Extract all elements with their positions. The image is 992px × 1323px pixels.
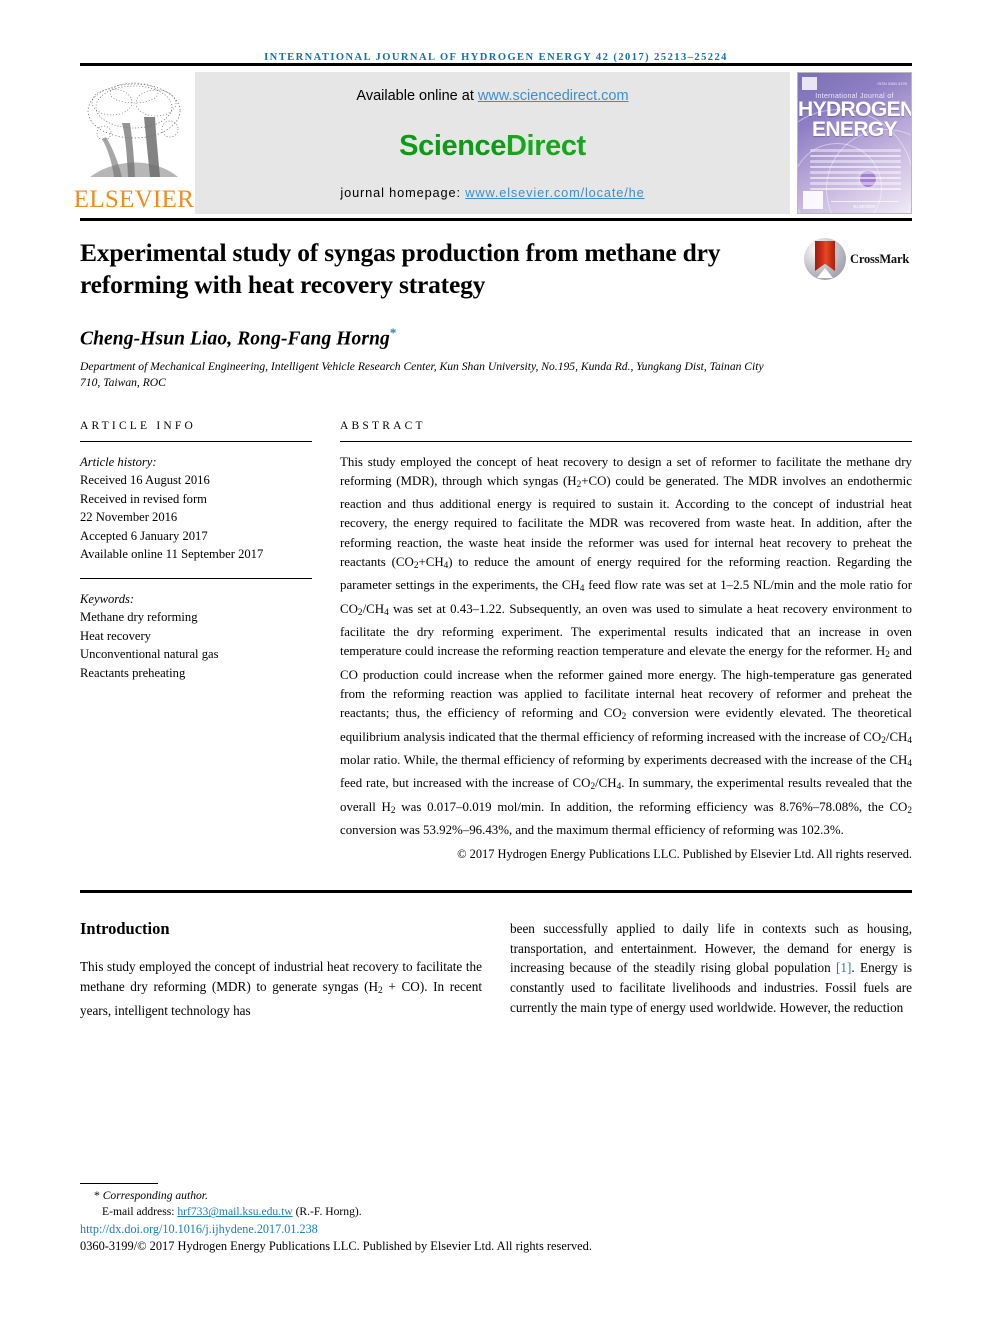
crossmark-label: CrossMark: [850, 251, 910, 266]
cover-issn: ISSN 0360-3199: [877, 80, 907, 86]
keyword-item: Heat recovery: [80, 628, 151, 643]
body-column-right: been successfully applied to daily life …: [510, 919, 912, 1021]
sciencedirect-banner: Available online at www.sciencedirect.co…: [195, 72, 790, 214]
crossmark-icon: [804, 238, 846, 280]
page-title: Experimental study of syngas production …: [80, 238, 721, 299]
abstract-label: ABSTRACT: [340, 419, 426, 432]
journal-homepage-prefix: journal homepage:: [340, 185, 466, 200]
cover-publisher: ELSEVIER: [823, 201, 906, 209]
journal-cover-thumbnail[interactable]: ISSN 0360-3199 International Journal of …: [797, 72, 912, 214]
author-list: Cheng-Hsun Liao, Rong-Fang Horng*: [80, 325, 912, 351]
abstract-text: This study employed the concept of heat …: [340, 454, 912, 837]
elsevier-tree-icon: [82, 77, 186, 187]
corresponding-author-star: *: [94, 1189, 100, 1202]
keyword-item: Methane dry reforming: [80, 610, 198, 624]
introduction-heading: Introduction: [80, 919, 170, 939]
sciencedirect-url-link[interactable]: www.sciencedirect.com: [478, 88, 629, 104]
elsevier-logo: ELSEVIER: [74, 72, 194, 214]
keywords-group: Keywords: Methane dry reforming Heat rec…: [80, 590, 312, 683]
cover-publisher-name: ELSEVIER: [853, 204, 876, 209]
abstract-rule: [340, 440, 912, 442]
article-history-group: Article history: Received 16 August 2016…: [80, 453, 312, 564]
issn-copyright-line: 0360-3199/© 2017 Hydrogen Energy Publica…: [80, 1238, 592, 1253]
cover-ihea-logo-icon: [803, 191, 823, 209]
article-body: Introduction This study employed the con…: [80, 893, 912, 1021]
elsevier-wordmark: ELSEVIER: [73, 186, 195, 213]
cover-society-badge-icon: [802, 76, 817, 90]
body-column-left: Introduction This study employed the con…: [80, 919, 482, 1021]
journal-homepage-text: journal homepage: www.elsevier.com/locat…: [340, 185, 644, 200]
available-online-text: Available online at www.sciencedirect.co…: [356, 88, 628, 104]
article-history-heading: Article history:: [80, 454, 157, 469]
doi-anchor[interactable]: http://dx.doi.org/10.1016/j.ijhydene.201…: [80, 1222, 318, 1236]
introduction-paragraph-left: This study employed the concept of indus…: [80, 959, 482, 1019]
cover-title-line2: ENERGY: [811, 118, 898, 141]
keyword-item: Unconventional natural gas: [80, 647, 219, 661]
abstract-copyright: © 2017 Hydrogen Energy Publications LLC.…: [457, 847, 912, 862]
masthead: ELSEVIER Available online at www.science…: [74, 66, 912, 218]
cover-topbar: ISSN 0360-3199: [802, 76, 907, 90]
cover-title-line1: HYDROGEN: [798, 98, 912, 121]
sciencedirect-logo-science: Science: [399, 130, 506, 162]
email-suffix: (R.-F. Horng).: [292, 1205, 362, 1219]
author-names: Cheng-Hsun Liao, Rong-Fang Horng: [80, 328, 390, 350]
footnote-block: * Corresponding author. E-mail address: …: [80, 1183, 912, 1255]
history-item: Accepted 6 January 2017: [80, 528, 208, 543]
history-item: Available online 11 September 2017: [80, 547, 264, 561]
email-label: E-mail address:: [102, 1205, 178, 1219]
history-item: Received in revised form: [80, 491, 207, 506]
title-block: Experimental study of syngas production …: [80, 221, 912, 301]
article-info-column: ARTICLE INFO Article history: Received 1…: [80, 420, 312, 863]
introduction-paragraph-right: been successfully applied to daily life …: [510, 921, 913, 1015]
footnote-rule: [80, 1183, 158, 1184]
abstract-column: ABSTRACT This study employed the concept…: [340, 420, 912, 863]
cover-editor-lines: [810, 149, 901, 193]
article-page: International Journal of Hydrogen Energy…: [0, 0, 992, 1323]
available-online-prefix: Available online at: [356, 88, 478, 104]
keywords-separator: [80, 577, 312, 579]
corresponding-author-text: Corresponding author.: [102, 1189, 208, 1202]
journal-homepage-link[interactable]: www.elsevier.com/locate/he: [465, 185, 644, 200]
cover-title: HYDROGEN ENERGY: [798, 98, 912, 141]
doi-link[interactable]: http://dx.doi.org/10.1016/j.ijhydene.201…: [80, 1221, 912, 1238]
keyword-item: Reactants preheating: [80, 665, 186, 680]
email-link[interactable]: hrf733@mail.ksu.edu.tw: [177, 1205, 292, 1218]
keywords-heading: Keywords:: [80, 591, 135, 606]
crossmark-badge[interactable]: CrossMark: [804, 237, 912, 281]
history-item: Received 16 August 2016: [80, 473, 210, 487]
cover-footer: ELSEVIER: [798, 191, 911, 209]
article-info-rule: [80, 440, 312, 442]
sciencedirect-logo[interactable]: ScienceDirect: [399, 130, 586, 163]
affiliation: Department of Mechanical Engineering, In…: [80, 359, 764, 390]
corresponding-author-marker[interactable]: *: [390, 325, 397, 340]
corresponding-author-note: * Corresponding author.: [80, 1188, 912, 1204]
history-item: 22 November 2016: [80, 510, 178, 524]
info-abstract-section: ARTICLE INFO Article history: Received 1…: [80, 420, 912, 863]
running-head: International Journal of Hydrogen Energy…: [264, 52, 728, 63]
article-info-label: ARTICLE INFO: [80, 419, 196, 432]
sciencedirect-logo-direct: Direct: [506, 130, 586, 162]
email-note: E-mail address: hrf733@mail.ksu.edu.tw (…: [80, 1204, 912, 1220]
